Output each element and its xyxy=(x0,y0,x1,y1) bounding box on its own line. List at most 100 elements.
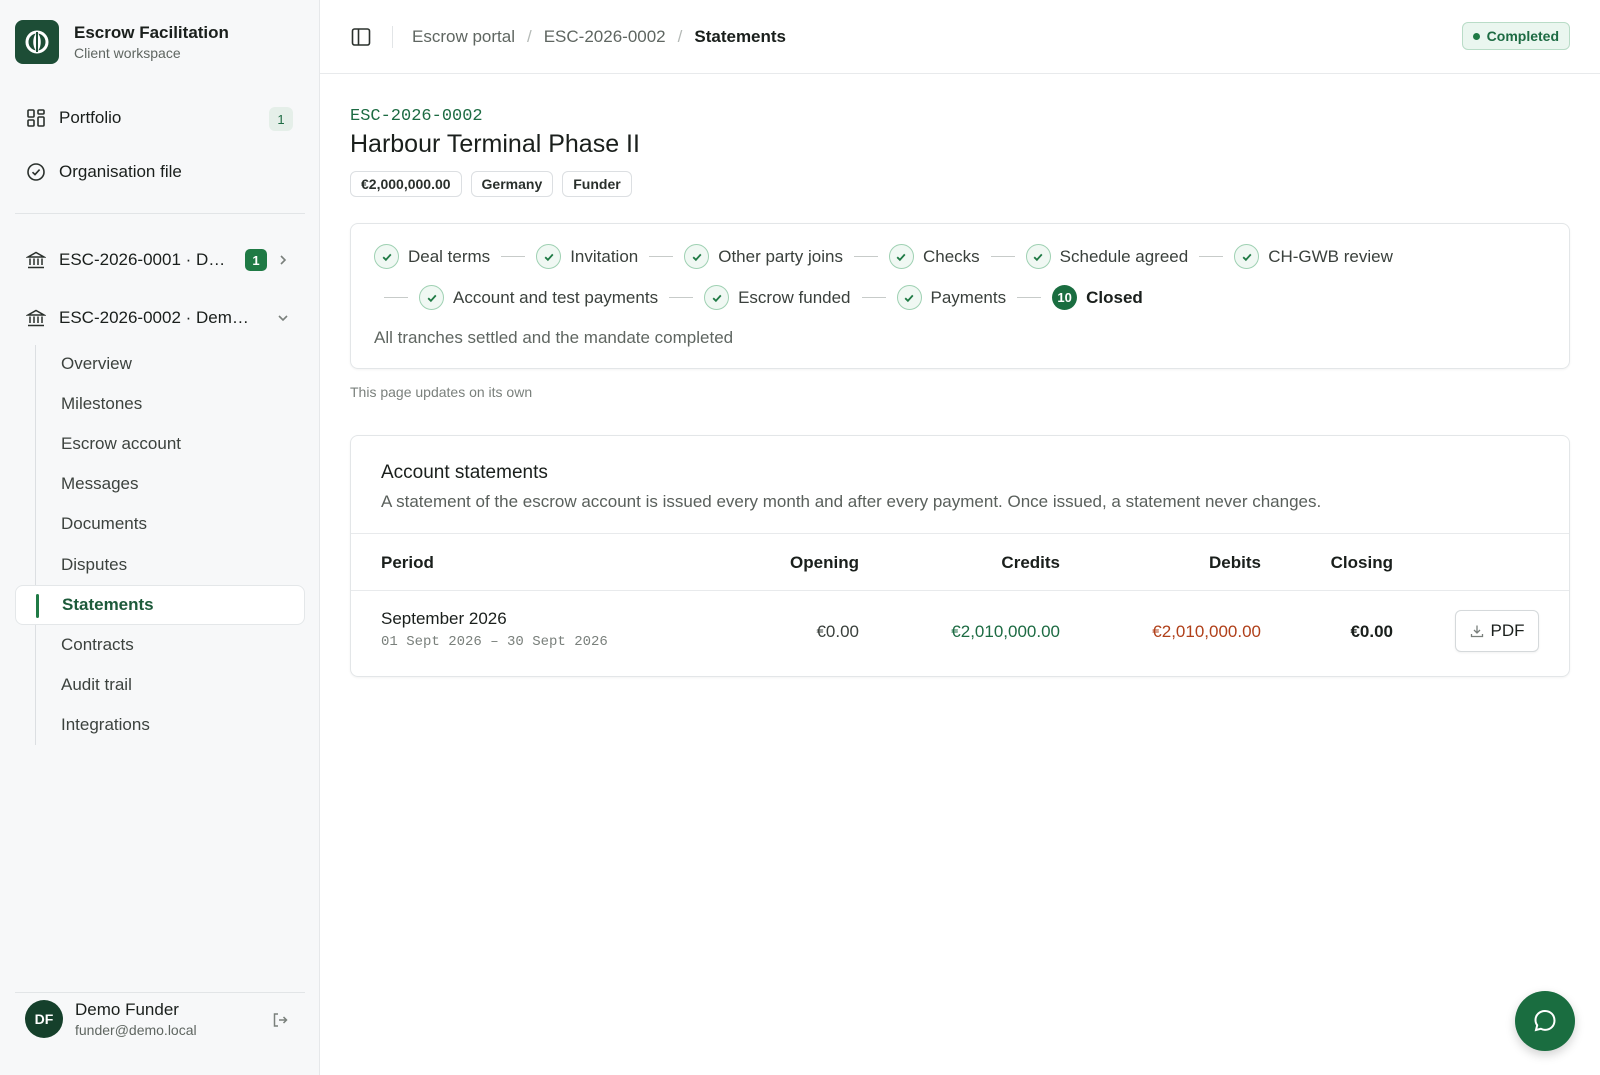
step-account-and-test-payments: Account and test payments xyxy=(419,285,658,310)
step-label: Payments xyxy=(930,287,1007,307)
page-title: Harbour Terminal Phase II xyxy=(350,130,640,158)
sidebar-divider xyxy=(15,213,305,214)
step-checks: Checks xyxy=(888,244,980,269)
subnav-disputes[interactable]: Disputes xyxy=(15,545,305,585)
check-icon xyxy=(896,285,922,310)
chevron-right-icon[interactable] xyxy=(275,252,291,268)
tag-role: Funder xyxy=(562,171,632,197)
check-icon xyxy=(1025,244,1051,269)
check-icon xyxy=(704,285,730,310)
brand[interactable]: Escrow Facilitation Client workspace xyxy=(15,20,229,64)
avatar[interactable]: DF xyxy=(25,1000,63,1038)
row-period: September 2026 xyxy=(381,609,507,628)
statements-card: Account statements A statement of the es… xyxy=(350,435,1570,677)
step-connector xyxy=(853,256,878,257)
step-label: CH-GWB review xyxy=(1268,246,1393,266)
deal-tags: €2,000,000.00 Germany Funder xyxy=(350,171,632,197)
step-label: Schedule agreed xyxy=(1059,246,1189,266)
step-label-current: Closed xyxy=(1086,287,1143,307)
download-icon xyxy=(1470,625,1483,638)
user-profile: DF Demo Funder funder@demo.local xyxy=(15,992,305,1052)
step-invitation: Invitation xyxy=(536,244,638,269)
top-bar: Escrow portal / ESC-2026-0002 / Statemen… xyxy=(320,0,1600,74)
row-date-range: 01 Sept 2026 – 30 Sept 2026 xyxy=(381,634,608,650)
breadcrumb-separator: / xyxy=(677,27,683,46)
progress-note: All tranches settled and the mandate com… xyxy=(374,328,734,347)
row-opening: €0.00 xyxy=(816,622,859,641)
subnav-escrow-account[interactable]: Escrow account xyxy=(15,424,305,464)
breadcrumb-deal[interactable]: ESC-2026-0002 xyxy=(544,26,666,48)
breadcrumb: Escrow portal / ESC-2026-0002 / Statemen… xyxy=(412,26,786,48)
status-label: Completed xyxy=(1486,28,1559,44)
step-label: Account and test payments xyxy=(453,287,659,307)
check-icon xyxy=(536,244,562,269)
download-pdf-button[interactable]: PDF xyxy=(1455,610,1539,652)
deal-label: ESC-2026-0002 · Dem… xyxy=(59,308,249,327)
user-name: Demo Funder xyxy=(75,1000,179,1019)
step-ch-gwb-review: CH-GWB review xyxy=(1234,244,1393,269)
breadcrumb-separator: / xyxy=(526,27,532,46)
nav-portfolio-label: Portfolio xyxy=(59,108,122,127)
chevron-down-icon[interactable] xyxy=(275,310,291,326)
column-opening: Opening xyxy=(790,553,859,572)
nav-organisation-file[interactable]: Organisation file xyxy=(15,152,305,192)
step-closed: 10 Closed xyxy=(1052,285,1143,310)
header-separator xyxy=(392,26,393,48)
deal-item-esc-2026-0002[interactable]: ESC-2026-0002 · Dem… xyxy=(15,298,305,338)
step-label: Invitation xyxy=(570,246,639,266)
step-connector xyxy=(649,256,674,257)
table-row: September 2026 01 Sept 2026 – 30 Sept 20… xyxy=(351,591,1569,676)
deal-item-esc-2026-0001[interactable]: ESC-2026-0001 · D… 1 xyxy=(15,240,305,280)
row-closing: €0.00 xyxy=(1350,622,1393,641)
nav-portfolio[interactable]: Portfolio 1 xyxy=(15,98,305,138)
step-connector xyxy=(384,297,408,298)
step-label: Other party joins xyxy=(718,246,843,266)
step-escrow-funded: Escrow funded xyxy=(704,285,851,310)
step-deal-terms: Deal terms xyxy=(374,244,490,269)
portfolio-count-badge: 1 xyxy=(269,107,293,131)
user-email: funder@demo.local xyxy=(75,1022,197,1038)
breadcrumb-current: Statements xyxy=(694,27,787,46)
check-icon xyxy=(1234,244,1260,269)
column-credits: Credits xyxy=(1001,553,1060,572)
tag-amount: €2,000,000.00 xyxy=(350,171,462,197)
column-closing: Closing xyxy=(1330,553,1393,572)
step-connector xyxy=(501,256,526,257)
chat-button[interactable] xyxy=(1515,991,1575,1051)
logout-icon[interactable] xyxy=(270,1010,290,1030)
step-connector xyxy=(1017,297,1042,298)
status-dot-icon xyxy=(1472,32,1480,40)
pdf-label: PDF xyxy=(1490,621,1525,640)
bank-icon xyxy=(25,249,47,271)
status-badge: Completed xyxy=(1461,22,1570,50)
brand-logo xyxy=(15,20,59,64)
column-period: Period xyxy=(381,553,434,572)
step-connector xyxy=(990,256,1015,257)
step-other-party-joins: Other party joins xyxy=(684,244,843,269)
breadcrumb-escrow-portal[interactable]: Escrow portal xyxy=(412,26,515,48)
subnav-messages[interactable]: Messages xyxy=(15,464,305,504)
step-label: Deal terms xyxy=(408,246,491,266)
step-label: Escrow funded xyxy=(738,287,851,307)
step-connector xyxy=(1199,256,1224,257)
brand-title: Escrow Facilitation xyxy=(74,23,229,42)
subnav-audit-trail[interactable]: Audit trail xyxy=(15,665,305,705)
subnav-integrations[interactable]: Integrations xyxy=(15,705,305,745)
sidebar-toggle-icon[interactable] xyxy=(350,26,372,48)
bank-icon xyxy=(25,307,47,329)
column-debits: Debits xyxy=(1209,553,1261,572)
subnav-milestones[interactable]: Milestones xyxy=(15,384,305,424)
deal-notification-badge: 1 xyxy=(245,249,267,271)
subnav-statements[interactable]: Statements xyxy=(15,585,305,625)
subnav-contracts[interactable]: Contracts xyxy=(15,625,305,665)
check-icon xyxy=(684,244,710,269)
nav-organisation-label: Organisation file xyxy=(59,162,182,181)
step-connector xyxy=(669,297,694,298)
row-credits: €2,010,000.00 xyxy=(951,622,1060,641)
subnav-overview[interactable]: Overview xyxy=(15,344,305,384)
statements-description: A statement of the escrow account is iss… xyxy=(381,492,1322,511)
subnav-documents[interactable]: Documents xyxy=(15,504,305,544)
steps-row-1: Deal terms Invitation Other party joins … xyxy=(374,244,1393,269)
step-label: Checks xyxy=(922,246,980,266)
table-header: Period Opening Credits Debits Closing xyxy=(351,533,1569,591)
